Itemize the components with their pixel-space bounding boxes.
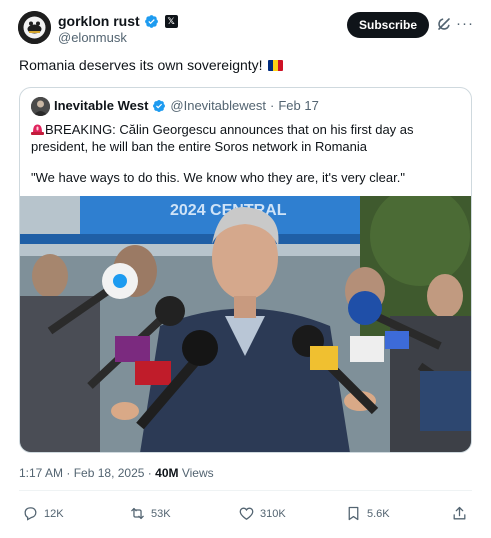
romania-flag-icon — [267, 59, 283, 71]
share-icon — [453, 506, 466, 520]
post-text: Romania deserves its own sovereignty! — [19, 57, 263, 73]
bookmark-count: 5.6K — [367, 507, 390, 520]
repost-icon — [131, 507, 144, 520]
author-name-row: gorklon rust 𝕏 — [58, 12, 178, 30]
quoted-display-name: Inevitable West — [54, 98, 149, 113]
repost-count: 53K — [151, 507, 171, 520]
quoted-author-row: Inevitable West @Inevitablewest · Feb 17 — [54, 98, 319, 113]
author-avatar[interactable] — [18, 11, 51, 44]
post-meta: 1:17 AM · Feb 18, 2025 · 40M Views — [19, 466, 214, 480]
quoted-verified-badge-icon — [152, 99, 166, 113]
post-text-row: Romania deserves its own sovereignty! — [19, 57, 283, 73]
subscribe-button[interactable]: Subscribe — [347, 12, 429, 38]
quoted-separator: · — [269, 98, 275, 113]
quoted-handle: @Inevitablewest — [170, 98, 266, 113]
quoted-text: BREAKING: Călin Georgescu announces that… — [31, 122, 414, 154]
author-display-name[interactable]: gorklon rust — [58, 13, 140, 29]
grok-icon[interactable] — [436, 16, 452, 32]
bookmark-button[interactable]: 5.6K — [345, 505, 390, 522]
meta-separator: · — [66, 466, 71, 480]
heart-icon — [239, 507, 254, 520]
views-label: Views — [181, 466, 214, 480]
affiliation-badge[interactable]: 𝕏 — [164, 14, 178, 28]
siren-icon — [31, 123, 44, 135]
reply-icon — [24, 507, 37, 521]
tweet: gorklon rust 𝕏 @elonmusk Subscribe ··· R… — [0, 0, 491, 538]
quoted-text-line: BREAKING: Călin Georgescu announces that… — [31, 121, 463, 155]
more-icon[interactable]: ··· — [456, 15, 474, 33]
author-handle[interactable]: @elonmusk — [58, 30, 127, 45]
quoted-date: Feb 17 — [278, 98, 319, 113]
share-button[interactable] — [451, 505, 468, 522]
like-count: 310K — [260, 507, 286, 520]
affiliation-badge-label: 𝕏 — [167, 15, 175, 26]
views-count: 40M — [155, 466, 179, 480]
quoted-media-photo[interactable]: 2024 CENTRAL — [20, 196, 471, 452]
post-time[interactable]: 1:17 AM — [19, 466, 63, 480]
like-button[interactable]: 310K — [238, 505, 286, 522]
reply-button[interactable]: 12K — [22, 505, 64, 522]
post-date[interactable]: Feb 18, 2025 — [74, 466, 145, 480]
reply-count: 12K — [44, 507, 64, 520]
quoted-quote-text: "We have ways to do this. We know who th… — [31, 170, 405, 185]
verified-badge-icon — [144, 14, 159, 29]
divider — [19, 490, 472, 491]
bookmark-icon — [348, 506, 359, 521]
meta-separator-2: · — [147, 466, 152, 480]
quoted-post[interactable]: Inevitable West @Inevitablewest · Feb 17… — [19, 87, 472, 453]
repost-button[interactable]: 53K — [129, 505, 171, 522]
quoted-body: BREAKING: Călin Georgescu announces that… — [31, 121, 463, 186]
quoted-author-avatar — [31, 97, 50, 116]
